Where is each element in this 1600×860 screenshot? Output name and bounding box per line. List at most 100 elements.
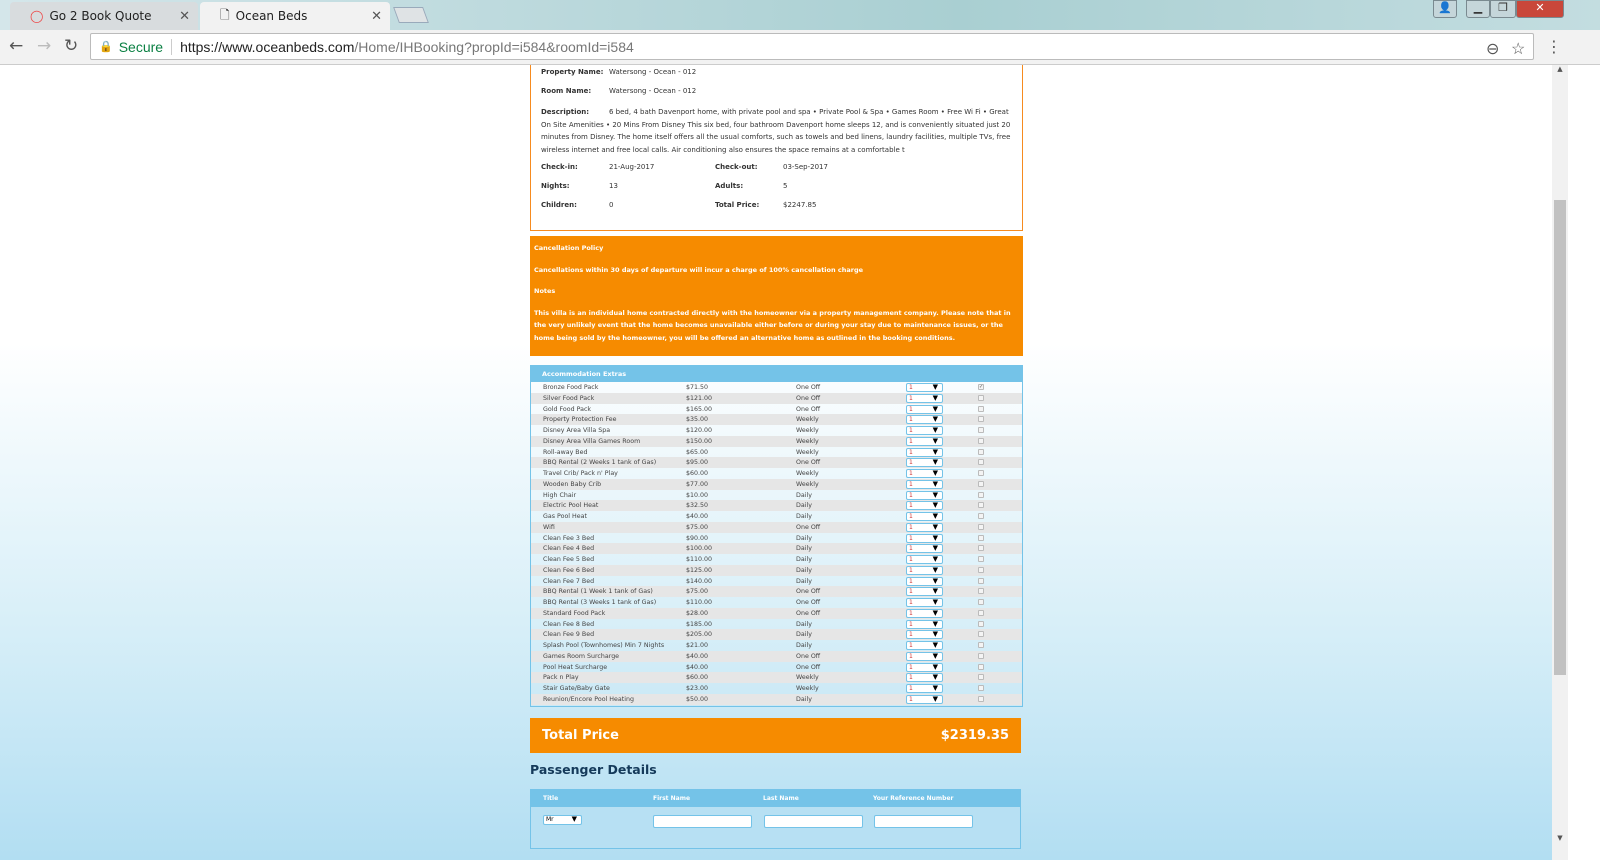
quantity-select[interactable]: 1 ▼ — [906, 619, 943, 629]
close-tab-icon[interactable]: ✕ — [371, 9, 382, 24]
extra-checkbox[interactable] — [978, 437, 984, 444]
quantity-select[interactable]: 1 ▼ — [906, 684, 943, 693]
reload-icon[interactable]: ↻ — [64, 36, 78, 56]
scrollbar-thumb[interactable] — [1554, 200, 1566, 675]
extra-checkbox[interactable] — [978, 523, 984, 530]
extra-checkbox[interactable] — [978, 599, 984, 605]
extra-checkbox[interactable] — [978, 405, 984, 412]
scroll-down-icon[interactable]: ▼ — [1552, 834, 1568, 842]
tab-go2book[interactable]: ◯ Go 2 Book Quote ✕ — [10, 2, 198, 30]
quantity-select[interactable]: 1 ▼ — [906, 490, 943, 500]
quantity-select[interactable]: 1 ▼ — [906, 662, 943, 672]
quantity-select[interactable]: 1 ▼ — [906, 555, 943, 564]
dropdown-arrow-icon: ▼ — [932, 684, 938, 692]
extra-checkbox[interactable] — [978, 513, 984, 519]
quantity-select[interactable]: 1 ▼ — [906, 393, 943, 403]
quantity-select[interactable]: 1 ▼ — [906, 469, 943, 478]
quantity-select[interactable]: 1 ▼ — [906, 694, 943, 704]
scrollbar[interactable]: ▲ ▼ — [1552, 65, 1568, 860]
extra-checkbox[interactable] — [978, 620, 984, 627]
quantity-select[interactable]: 1 ▼ — [906, 544, 943, 554]
quantity-select[interactable]: 1 ▼ — [906, 641, 943, 650]
extra-checkbox[interactable] — [978, 566, 984, 573]
dropdown-arrow-icon: ▼ — [932, 576, 938, 585]
extra-checkbox[interactable] — [978, 588, 984, 595]
extra-checkbox[interactable] — [978, 685, 984, 691]
profile-icon[interactable]: 👤 — [1433, 0, 1457, 18]
extra-checkbox[interactable]: ✓ — [978, 384, 984, 390]
extra-name: Standard Food Pack — [543, 609, 606, 617]
scroll-up-icon[interactable]: ▲ — [1552, 65, 1568, 73]
extra-row: Disney Area Villa Games Room $150.00 Wee… — [531, 435, 1022, 447]
extra-checkbox[interactable] — [978, 448, 984, 455]
bookmark-star-icon[interactable]: ☆ — [1511, 39, 1525, 59]
extra-name: Bronze Food Pack — [543, 384, 599, 391]
extra-name: Clean Fee 5 Bed — [543, 556, 595, 563]
extra-checkbox[interactable] — [978, 534, 984, 541]
restore-button[interactable]: ❐ — [1490, 0, 1516, 18]
extra-frequency: Weekly — [796, 437, 819, 445]
reference-number-input[interactable] — [874, 815, 973, 828]
quantity-select[interactable]: 1 ▼ — [906, 447, 943, 457]
dropdown-arrow-icon: ▼ — [932, 512, 938, 520]
extra-checkbox[interactable] — [978, 502, 984, 509]
extra-frequency: One Off — [796, 663, 821, 671]
extra-checkbox[interactable] — [978, 427, 984, 433]
extra-checkbox[interactable] — [978, 394, 984, 401]
extra-checkbox[interactable] — [978, 609, 984, 616]
quantity-select[interactable]: 1 ▼ — [906, 598, 943, 607]
quantity-select[interactable]: 1 ▼ — [906, 426, 943, 435]
minimize-button[interactable]: ▁ — [1466, 0, 1490, 18]
address-bar[interactable]: 🔒 Secure https://www.oceanbeds.com/Home/… — [90, 33, 1534, 60]
close-window-button[interactable]: ✕ — [1516, 0, 1564, 18]
zoom-icon[interactable]: ⊖ — [1486, 39, 1499, 59]
tab-ocean-beds[interactable]: 🗋 Ocean Beds ✕ — [200, 2, 390, 30]
extra-frequency: Weekly — [796, 685, 819, 692]
extra-checkbox[interactable] — [978, 695, 984, 702]
back-icon[interactable]: ← — [9, 36, 23, 56]
quantity-select[interactable]: 1 ▼ — [906, 458, 943, 468]
quantity-select[interactable]: 1 ▼ — [906, 404, 943, 414]
quantity-select[interactable]: 1 ▼ — [906, 436, 943, 446]
extra-checkbox[interactable] — [978, 556, 984, 562]
quantity-select[interactable]: 1 ▼ — [906, 501, 943, 511]
menu-icon[interactable]: ⋮ — [1546, 37, 1562, 56]
quantity-select[interactable]: 1 ▼ — [906, 608, 943, 618]
new-tab-button[interactable] — [393, 7, 429, 23]
extra-checkbox[interactable] — [978, 480, 984, 487]
forward-icon[interactable]: → — [37, 36, 51, 56]
quantity-select[interactable]: 1 ▼ — [906, 630, 943, 640]
quantity-select[interactable]: 1 ▼ — [906, 576, 943, 586]
last-name-input[interactable] — [764, 815, 863, 828]
quantity-select[interactable]: 1 ▼ — [906, 565, 943, 575]
dropdown-arrow-icon: ▼ — [932, 630, 938, 639]
quantity-select[interactable]: 1 ▼ — [906, 587, 943, 597]
title-select[interactable]: Mr ▼ — [543, 815, 582, 825]
extra-checkbox[interactable] — [978, 652, 984, 659]
extra-checkbox[interactable] — [978, 459, 984, 466]
extra-checkbox[interactable] — [978, 577, 984, 584]
extra-checkbox[interactable] — [978, 663, 984, 670]
tab-label: Go 2 Book Quote — [49, 9, 152, 23]
extra-checkbox[interactable] — [978, 470, 984, 476]
extra-checkbox[interactable] — [978, 545, 984, 552]
extra-checkbox[interactable] — [978, 491, 984, 498]
quantity-select[interactable]: 1 ▼ — [906, 479, 943, 489]
extra-checkbox[interactable] — [978, 642, 984, 648]
extra-price: $60.00 — [686, 470, 709, 477]
extra-checkbox[interactable] — [978, 674, 984, 681]
quantity-select[interactable]: 1 ▼ — [906, 383, 943, 392]
extra-checkbox[interactable] — [978, 416, 984, 423]
extra-price: $50.00 — [686, 695, 709, 703]
close-tab-icon[interactable]: ✕ — [179, 9, 190, 24]
quantity-select[interactable]: 1 ▼ — [906, 673, 943, 683]
extra-checkbox[interactable] — [978, 631, 984, 638]
quantity-select[interactable]: 1 ▼ — [906, 415, 943, 425]
quantity-select[interactable]: 1 ▼ — [906, 522, 943, 532]
dropdown-arrow-icon: ▼ — [932, 383, 938, 391]
quantity-value: 1 — [909, 631, 913, 639]
quantity-select[interactable]: 1 ▼ — [906, 533, 943, 543]
first-name-input[interactable] — [653, 815, 752, 828]
quantity-select[interactable]: 1 ▼ — [906, 512, 943, 521]
quantity-select[interactable]: 1 ▼ — [906, 651, 943, 661]
